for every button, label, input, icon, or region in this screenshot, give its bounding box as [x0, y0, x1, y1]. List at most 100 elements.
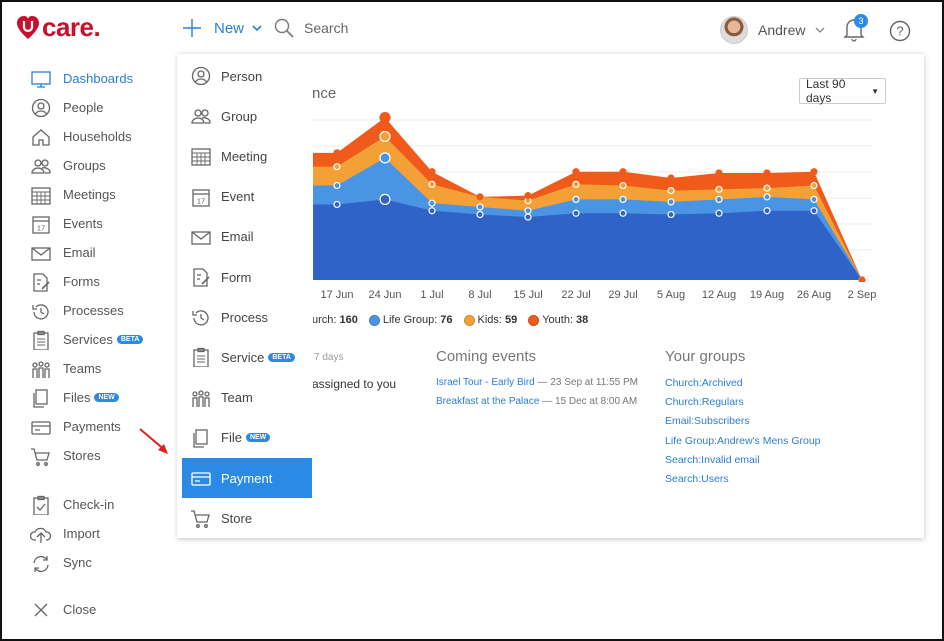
- event-link[interactable]: Breakfast at the Palace: [436, 396, 539, 407]
- help-icon[interactable]: ?: [889, 20, 911, 42]
- new-menu-item-meeting[interactable]: Meeting: [182, 136, 312, 176]
- sidebar-item-households[interactable]: Households: [30, 122, 170, 151]
- sidebar-item-label: Close: [63, 602, 97, 617]
- sidebar-item-dashboards[interactable]: Dashboards: [30, 64, 170, 93]
- sidebar-item-label: Forms: [63, 274, 100, 289]
- group-link[interactable]: Life Group:Andrew's Mens Group: [665, 435, 821, 447]
- sidebar-item-label: Stores: [63, 448, 101, 463]
- new-menu-item-file[interactable]: File NEW: [182, 418, 312, 458]
- svg-text:17: 17: [197, 196, 205, 205]
- sidebar-item-label: People: [63, 100, 104, 115]
- sidebar-item-files[interactable]: Files NEW: [30, 383, 170, 412]
- sidebar-item-groups[interactable]: Groups: [30, 151, 170, 180]
- sidebar-item-meetings[interactable]: Meetings: [30, 180, 170, 209]
- data-point: [379, 152, 391, 164]
- menu-item-label: Team: [221, 390, 253, 406]
- data-point: [619, 168, 627, 176]
- brand-logo[interactable]: care.: [16, 12, 101, 43]
- new-menu-item-form[interactable]: Form: [182, 257, 312, 297]
- group-link[interactable]: Search:Invalid email: [665, 454, 760, 466]
- legend-item[interactable]: urch:160: [312, 314, 358, 326]
- menu-item-label: Event: [221, 189, 255, 205]
- data-point: [428, 168, 436, 176]
- legend-item[interactable]: Kids:59: [463, 314, 517, 326]
- x-tick-label: 15 Jul: [513, 289, 543, 301]
- clock-icon: [190, 307, 212, 327]
- legend-swatch: [368, 314, 380, 326]
- group-link[interactable]: Email:Subscribers: [665, 415, 750, 427]
- new-menu-item-person[interactable]: Person: [182, 56, 312, 96]
- feature-tag: NEW: [245, 433, 271, 443]
- sidebar-item-events[interactable]: 17 Events: [30, 209, 170, 238]
- group-link[interactable]: Search:Users: [665, 473, 729, 485]
- event-item: Breakfast at the Palace — 15 Dec at 8:00…: [436, 396, 637, 407]
- legend-separator: :: [498, 314, 502, 326]
- sidebar-item-people[interactable]: People: [30, 93, 170, 122]
- data-point: [763, 207, 771, 215]
- sidebar-item-check-in[interactable]: Check-in: [30, 490, 170, 519]
- data-point: [810, 181, 818, 190]
- calendar-icon: 17: [190, 187, 212, 207]
- new-menu-item-event[interactable]: 17 Event: [182, 177, 312, 217]
- legend-total: 160: [339, 314, 358, 326]
- data-point: [763, 169, 771, 177]
- legend-label: Kids: [477, 314, 499, 326]
- x-tick-label: 19 Aug: [749, 289, 785, 301]
- user-menu[interactable]: Andrew: [720, 16, 825, 44]
- sidebar-item-label: Events: [63, 216, 103, 231]
- data-point: [476, 193, 484, 201]
- sidebar-item-email[interactable]: Email: [30, 238, 170, 267]
- legend-item[interactable]: Life Group:76: [368, 314, 453, 326]
- todo-period: 7 days: [314, 352, 344, 363]
- data-point: [715, 169, 723, 177]
- cart-icon: [190, 508, 212, 529]
- sidebar-item-services[interactable]: Services BETA: [30, 325, 170, 354]
- x-tick-label: 5 Aug: [656, 289, 686, 301]
- calendar-grid-icon: [190, 146, 212, 167]
- avatar: [720, 16, 748, 44]
- new-menu-item-process[interactable]: Process: [182, 297, 312, 337]
- sidebar-item-teams[interactable]: Teams: [30, 354, 170, 383]
- new-button[interactable]: New: [182, 18, 262, 38]
- sidebar-item-close[interactable]: Close: [30, 595, 170, 624]
- feature-tag: BETA: [268, 352, 295, 362]
- house-icon: [30, 127, 52, 147]
- new-menu-item-payment[interactable]: Payment: [182, 458, 312, 498]
- new-menu-item-service[interactable]: Service BETA: [182, 337, 312, 377]
- sidebar-item-label: Payments: [63, 419, 121, 434]
- menu-item-label: Service: [221, 349, 265, 365]
- new-menu-item-team[interactable]: Team: [182, 378, 312, 418]
- attendance-chart: [312, 111, 872, 282]
- new-menu-item-group[interactable]: Group: [182, 96, 312, 136]
- legend-label: Life Group: [382, 314, 435, 326]
- sidebar-item-import[interactable]: Import: [30, 519, 170, 548]
- legend-label: Youth: [542, 314, 570, 326]
- event-link[interactable]: Israel Tour - Early Bird: [436, 377, 535, 388]
- x-tick-label: 1 Jul: [420, 289, 444, 301]
- sidebar-item-sync[interactable]: Sync: [30, 548, 170, 577]
- chart-legend: urch:160 Life Group:76 Kids:59 Youth:38: [312, 314, 599, 326]
- new-menu-item-email[interactable]: Email: [182, 217, 312, 257]
- data-point: [524, 213, 532, 221]
- new-menu-item-store[interactable]: Store: [182, 498, 312, 538]
- group-link[interactable]: Church:Regulars: [665, 396, 744, 408]
- search-box[interactable]: Search: [274, 18, 348, 38]
- x-tick-label: 24 Jun: [368, 289, 402, 301]
- heart-logo-icon: [17, 15, 39, 39]
- date-range-select[interactable]: Last 90 days ▼: [799, 77, 886, 105]
- sidebar-item-label: Check-in: [63, 497, 115, 512]
- date-range-value: Last 90 days: [806, 77, 846, 105]
- cart-icon: [30, 446, 52, 466]
- x-tick-label: 22 Jul: [561, 289, 591, 301]
- chevron-down-icon: [252, 25, 262, 32]
- event-when: — 23 Sep at 11:55 PM: [537, 377, 638, 388]
- x-tick-label: 17 Jun: [320, 289, 354, 301]
- feature-tag: NEW: [94, 393, 119, 402]
- your-groups-heading: Your groups: [665, 348, 746, 365]
- group-link[interactable]: Church:Archived: [665, 377, 743, 389]
- legend-item[interactable]: Youth:38: [528, 314, 588, 326]
- sidebar-item-label: Meetings: [63, 187, 116, 202]
- close-icon: [30, 600, 52, 620]
- coming-events-heading: Coming events: [436, 348, 537, 365]
- legend-swatch: [528, 314, 540, 326]
